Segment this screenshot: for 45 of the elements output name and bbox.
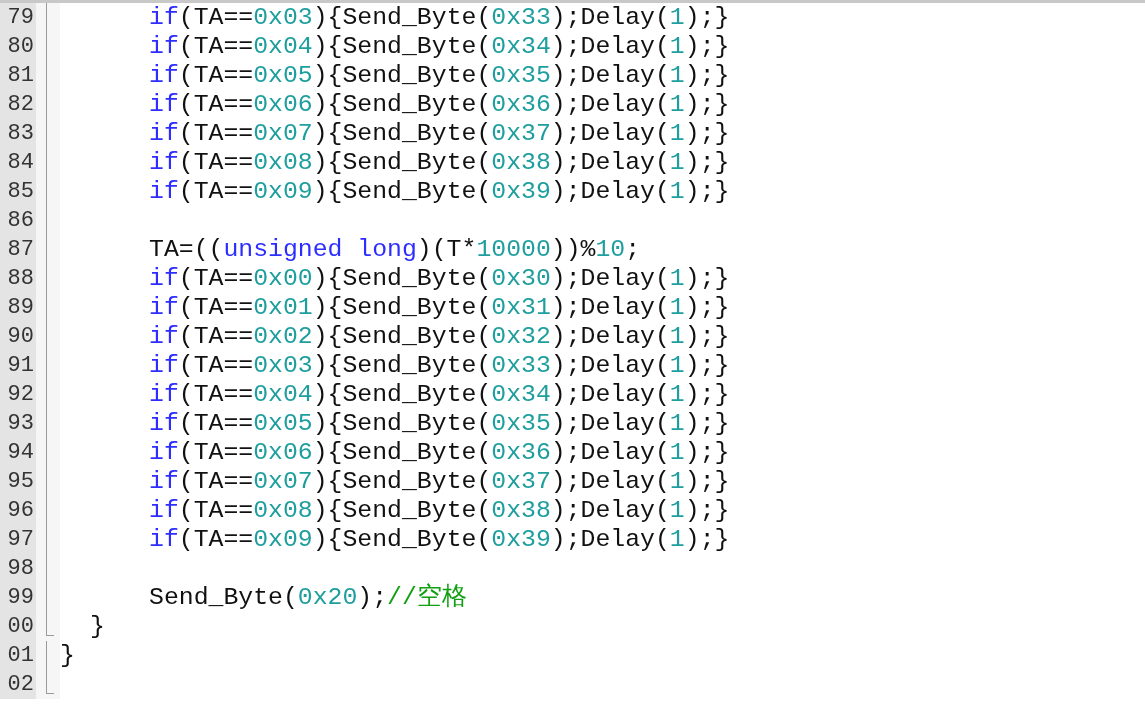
code-line: if(TA==0x00){Send_Byte(0x30);Delay(1);} <box>149 266 730 291</box>
line-number: 85 <box>7 180 34 203</box>
code-line: TA=((unsigned long)(T*10000))%10; <box>149 237 641 262</box>
line-number: 90 <box>7 325 34 348</box>
line-number: 95 <box>7 470 34 493</box>
code-line: if(TA==0x08){Send_Byte(0x38);Delay(1);} <box>149 150 730 175</box>
line-number: 00 <box>7 615 34 638</box>
line-number: 96 <box>7 499 34 522</box>
code-line: if(TA==0x08){Send_Byte(0x38);Delay(1);} <box>149 498 730 523</box>
code-line: if(TA==0x03){Send_Byte(0x33);Delay(1);} <box>149 5 730 30</box>
code-line: Send_Byte(0x20);//空格 <box>149 585 467 610</box>
line-number: 80 <box>7 35 34 58</box>
code-line: if(TA==0x07){Send_Byte(0x37);Delay(1);} <box>149 121 730 146</box>
line-number: 02 <box>7 673 34 696</box>
code-line: if(TA==0x04){Send_Byte(0x34);Delay(1);} <box>149 382 730 407</box>
line-number: 93 <box>7 412 34 435</box>
code-line: if(TA==0x09){Send_Byte(0x39);Delay(1);} <box>149 527 730 552</box>
line-number: 89 <box>7 296 34 319</box>
code-line: if(TA==0x02){Send_Byte(0x32);Delay(1);} <box>149 324 730 349</box>
line-number: 97 <box>7 528 34 551</box>
code-line: if(TA==0x05){Send_Byte(0x35);Delay(1);} <box>149 63 730 88</box>
code-line: if(TA==0x05){Send_Byte(0x35);Delay(1);} <box>149 411 730 436</box>
line-number: 91 <box>7 354 34 377</box>
code-line: if(TA==0x07){Send_Byte(0x37);Delay(1);} <box>149 469 730 494</box>
code-line: if(TA==0x03){Send_Byte(0x33);Delay(1);} <box>149 353 730 378</box>
code-line: if(TA==0x01){Send_Byte(0x31);Delay(1);} <box>149 295 730 320</box>
line-number: 81 <box>7 64 34 87</box>
line-number: 86 <box>7 209 34 232</box>
line-number: 84 <box>7 151 34 174</box>
line-number: 92 <box>7 383 34 406</box>
line-number: 79 <box>7 6 34 29</box>
code-line: } <box>60 643 75 668</box>
code-line: if(TA==0x09){Send_Byte(0x39);Delay(1);} <box>149 179 730 204</box>
line-number: 94 <box>7 441 34 464</box>
line-number: 01 <box>7 644 34 667</box>
line-number: 98 <box>7 557 34 580</box>
line-number: 83 <box>7 122 34 145</box>
line-number: 99 <box>7 586 34 609</box>
code-line: if(TA==0x06){Send_Byte(0x36);Delay(1);} <box>149 92 730 117</box>
code-line: if(TA==0x04){Send_Byte(0x34);Delay(1);} <box>149 34 730 59</box>
line-number: 82 <box>7 93 34 116</box>
code-line: } <box>90 614 105 639</box>
line-number: 87 <box>7 238 34 261</box>
code-line: if(TA==0x06){Send_Byte(0x36);Delay(1);} <box>149 440 730 465</box>
line-number: 88 <box>7 267 34 290</box>
